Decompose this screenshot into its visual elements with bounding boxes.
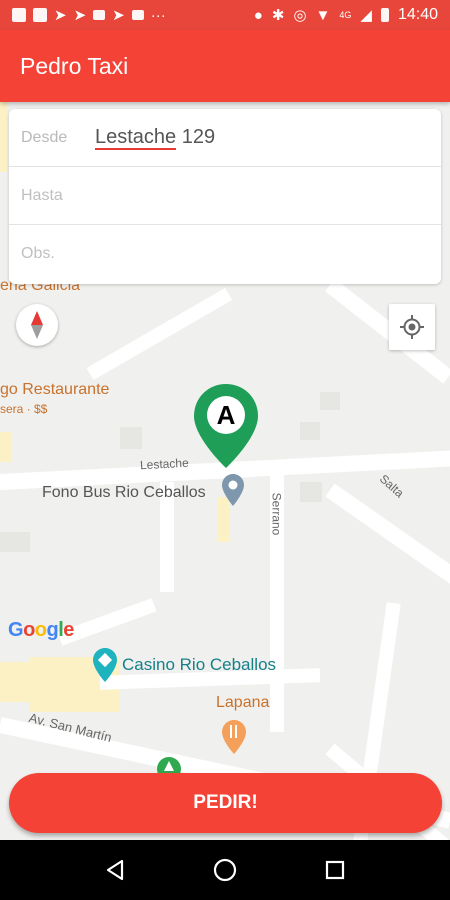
road: [86, 287, 233, 381]
document-icon: [93, 10, 106, 20]
app-u-icon: [33, 8, 47, 22]
send-icon: ➤: [54, 7, 67, 24]
system-icons: ● ✱ ◎ ▼ 4G ◢ 14:40: [254, 6, 438, 24]
recents-button[interactable]: [315, 850, 355, 890]
more-icon: ···: [150, 6, 166, 24]
from-label: Desde: [21, 128, 68, 146]
wifi-icon: ▼: [315, 6, 331, 24]
obs-row: [9, 225, 441, 283]
casino-pin-icon[interactable]: [93, 648, 117, 682]
map-building: [0, 532, 30, 552]
data-saver-icon: ◎: [293, 7, 307, 24]
origin-marker-icon[interactable]: A: [192, 382, 260, 470]
my-location-button[interactable]: [389, 304, 435, 350]
request-taxi-button[interactable]: PEDIR!: [9, 773, 442, 833]
to-field[interactable]: [21, 186, 401, 205]
back-button[interactable]: [95, 850, 135, 890]
compass-button[interactable]: [16, 304, 58, 346]
street-label-lestache: Lestache: [139, 455, 190, 473]
poi-label-fono-bus[interactable]: Fono Bus Rio Ceballos: [42, 484, 206, 502]
poi-label-casino[interactable]: Casino Rio Ceballos: [122, 655, 276, 675]
crosshair-icon: [400, 315, 424, 339]
send-icon: ➤: [73, 7, 87, 24]
app-bar: Pedro Taxi: [0, 30, 450, 102]
from-street: Lestache: [95, 126, 177, 150]
road: [325, 483, 450, 600]
home-icon: [213, 858, 237, 882]
map-building: [300, 422, 320, 440]
clock: 14:40: [397, 6, 438, 23]
gmail-icon: [131, 10, 144, 20]
battery-icon: [380, 8, 389, 22]
app-title: Pedro Taxi: [20, 52, 129, 79]
location-icon: ●: [253, 6, 263, 24]
status-bar: ➤ ➤ ➤ ··· ● ✱ ◎ ▼ 4G ◢ 14:40: [0, 0, 450, 30]
recents-icon: [325, 860, 345, 880]
from-field[interactable]: Lestache 129: [95, 126, 216, 150]
bus-stop-pin-icon[interactable]: [222, 474, 244, 506]
compass-icon: [31, 311, 43, 339]
marker-letter: A: [217, 400, 236, 430]
map-building: [300, 482, 322, 502]
poi-label-restaurant-sub: sera · $$: [0, 402, 48, 416]
street-label-salta: Salta: [376, 471, 407, 501]
send-icon: ➤: [112, 7, 125, 24]
map-building: [120, 427, 142, 449]
from-row: Desde Lestache 129: [9, 109, 441, 167]
back-icon: [106, 859, 124, 881]
address-form: Desde Lestache 129: [9, 109, 441, 284]
map-building: [320, 392, 340, 410]
poi-label-lapana[interactable]: Lapana: [216, 694, 269, 712]
notification-icon: [12, 8, 26, 22]
home-button[interactable]: [205, 850, 245, 890]
to-row: [9, 167, 441, 225]
restaurant-pin-icon[interactable]: [222, 720, 246, 754]
from-number: 129: [181, 126, 216, 148]
street-label-serrano: Serrano: [269, 492, 284, 536]
map-area: [0, 432, 12, 462]
poi-label-restaurant: go Restaurante: [0, 381, 110, 398]
map-area: [0, 102, 8, 172]
notification-icons: ➤ ➤ ➤ ···: [12, 6, 166, 24]
bluetooth-icon: ✱: [271, 7, 285, 24]
observations-field[interactable]: [21, 245, 401, 263]
navigation-bar: [0, 840, 450, 900]
signal-icon: ◢: [360, 7, 372, 24]
google-logo: Google: [8, 619, 74, 641]
network-type: 4G: [339, 10, 352, 20]
